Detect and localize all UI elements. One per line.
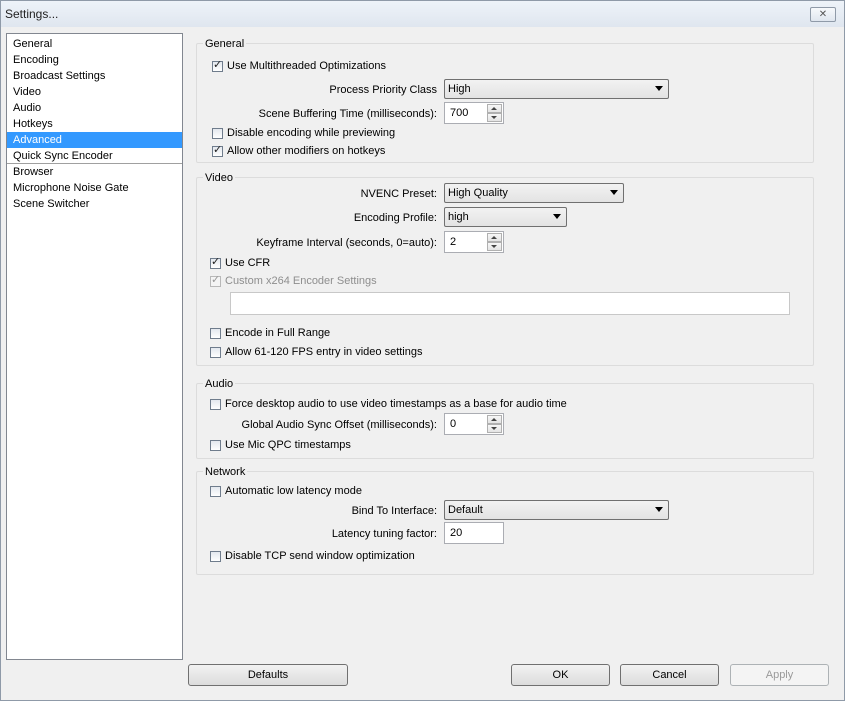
nvenc-label: NVENC Preset:: [360, 188, 437, 200]
mic-qpc-row[interactable]: Use Mic QPC timestamps: [210, 437, 351, 453]
sync-offset-value: 0: [450, 418, 457, 430]
allow-modifiers-label: Allow other modifiers on hotkeys: [227, 145, 386, 157]
multithreaded-checkbox[interactable]: [212, 58, 223, 72]
video-group-title: Video: [203, 172, 235, 185]
audio-group-title: Audio: [203, 378, 236, 391]
nvenc-preset-dropdown[interactable]: High Quality: [444, 183, 624, 203]
multithreaded-label: Use Multithreaded Optimizations: [227, 60, 386, 72]
title-bar[interactable]: Settings... ✕: [1, 1, 844, 27]
spin-down-icon[interactable]: [487, 424, 502, 433]
keyframe-spinbox[interactable]: 2: [444, 231, 504, 253]
spin-up-icon[interactable]: [487, 415, 502, 424]
apply-button[interactable]: Apply: [730, 664, 829, 686]
sidebar-item-microphone-noise-gate[interactable]: Microphone Noise Gate: [7, 180, 182, 196]
mic-qpc-label: Use Mic QPC timestamps: [225, 439, 351, 451]
custom-x264-row[interactable]: Custom x264 Encoder Settings: [210, 273, 377, 289]
low-latency-label: Automatic low latency mode: [225, 485, 362, 497]
settings-window: Settings... ✕ General Encoding Broadcast…: [0, 0, 845, 701]
priority-dropdown[interactable]: High: [444, 79, 669, 99]
profile-label: Encoding Profile:: [353, 212, 437, 224]
chevron-down-icon: [655, 86, 663, 91]
sync-offset-label: Global Audio Sync Offset (milliseconds):: [241, 419, 437, 431]
custom-x264-label: Custom x264 Encoder Settings: [225, 275, 377, 287]
chevron-down-icon: [655, 507, 663, 512]
force-desktop-label: Force desktop audio to use video timesta…: [225, 398, 567, 410]
buffering-value: 700: [450, 107, 469, 119]
use-cfr-label: Use CFR: [225, 257, 271, 269]
custom-x264-checkbox[interactable]: [210, 273, 221, 287]
disable-tcp-label: Disable TCP send window optimization: [225, 550, 415, 562]
disable-tcp-row[interactable]: Disable TCP send window optimization: [210, 548, 415, 564]
custom-x264-input[interactable]: [230, 292, 790, 315]
close-icon[interactable]: ✕: [810, 7, 836, 22]
sidebar-item-advanced[interactable]: Advanced: [7, 132, 182, 148]
use-cfr-row[interactable]: Use CFR: [210, 255, 270, 271]
full-range-row[interactable]: Encode in Full Range: [210, 325, 330, 341]
force-desktop-row[interactable]: Force desktop audio to use video timesta…: [210, 396, 567, 412]
priority-label: Process Priority Class: [329, 84, 437, 96]
low-latency-checkbox[interactable]: [210, 485, 221, 497]
buffering-spinbox[interactable]: 700: [444, 102, 504, 124]
full-range-checkbox[interactable]: [210, 327, 221, 339]
sidebar-item-audio[interactable]: Audio: [7, 100, 182, 116]
buffering-label: Scene Buffering Time (milliseconds):: [258, 108, 437, 120]
latency-factor-value: 20: [450, 527, 463, 539]
low-latency-row[interactable]: Automatic low latency mode: [210, 483, 362, 499]
nvenc-value: High Quality: [448, 187, 508, 199]
window-title: Settings...: [5, 7, 59, 21]
sidebar-item-quick-sync-encoder[interactable]: Quick Sync Encoder: [7, 148, 182, 164]
sidebar-item-scene-switcher[interactable]: Scene Switcher: [7, 196, 182, 212]
chevron-down-icon: [610, 190, 618, 195]
mic-qpc-checkbox[interactable]: [210, 439, 221, 451]
disable-tcp-checkbox[interactable]: [210, 550, 221, 562]
defaults-button[interactable]: Defaults: [188, 664, 348, 686]
chevron-down-icon: [553, 214, 561, 219]
latency-factor-input[interactable]: 20: [444, 522, 504, 544]
ok-button[interactable]: OK: [511, 664, 610, 686]
fps-entry-row[interactable]: Allow 61-120 FPS entry in video settings: [210, 344, 423, 360]
priority-value: High: [448, 83, 471, 95]
allow-modifiers-row[interactable]: Allow other modifiers on hotkeys: [212, 143, 385, 159]
spin-down-icon[interactable]: [487, 242, 502, 251]
bind-interface-dropdown[interactable]: Default: [444, 500, 669, 520]
disable-encoding-label: Disable encoding while previewing: [227, 127, 396, 139]
full-range-label: Encode in Full Range: [225, 327, 331, 339]
sidebar-item-browser[interactable]: Browser: [7, 164, 182, 180]
bind-interface-value: Default: [448, 504, 483, 516]
latency-factor-label: Latency tuning factor:: [331, 528, 437, 540]
sidebar-item-general[interactable]: General: [7, 36, 182, 52]
keyframe-label: Keyframe Interval (seconds, 0=auto):: [256, 237, 437, 249]
use-cfr-checkbox[interactable]: [210, 255, 221, 269]
network-group-title: Network: [203, 466, 248, 479]
force-desktop-checkbox[interactable]: [210, 398, 221, 410]
keyframe-value: 2: [450, 236, 457, 248]
bind-interface-label: Bind To Interface:: [351, 505, 437, 517]
spin-up-icon[interactable]: [487, 104, 502, 113]
fps-entry-checkbox[interactable]: [210, 346, 221, 358]
disable-encoding-checkbox[interactable]: [212, 127, 223, 139]
fps-entry-label: Allow 61-120 FPS entry in video settings: [225, 346, 423, 358]
disable-encoding-row[interactable]: Disable encoding while previewing: [212, 125, 395, 141]
spin-up-icon[interactable]: [487, 233, 502, 242]
sidebar-item-encoding[interactable]: Encoding: [7, 52, 182, 68]
general-group-title: General: [203, 38, 247, 51]
encoding-profile-dropdown[interactable]: high: [444, 207, 567, 227]
sidebar-item-video[interactable]: Video: [7, 84, 182, 100]
spin-down-icon[interactable]: [487, 113, 502, 122]
profile-value: high: [448, 211, 469, 223]
multithreaded-checkbox-row[interactable]: Use Multithreaded Optimizations: [212, 58, 386, 74]
sidebar-item-broadcast-settings[interactable]: Broadcast Settings: [7, 68, 182, 84]
settings-category-list[interactable]: General Encoding Broadcast Settings Vide…: [6, 33, 183, 660]
sync-offset-spinbox[interactable]: 0: [444, 413, 504, 435]
cancel-button[interactable]: Cancel: [620, 664, 719, 686]
allow-modifiers-checkbox[interactable]: [212, 143, 223, 157]
sidebar-item-hotkeys[interactable]: Hotkeys: [7, 116, 182, 132]
